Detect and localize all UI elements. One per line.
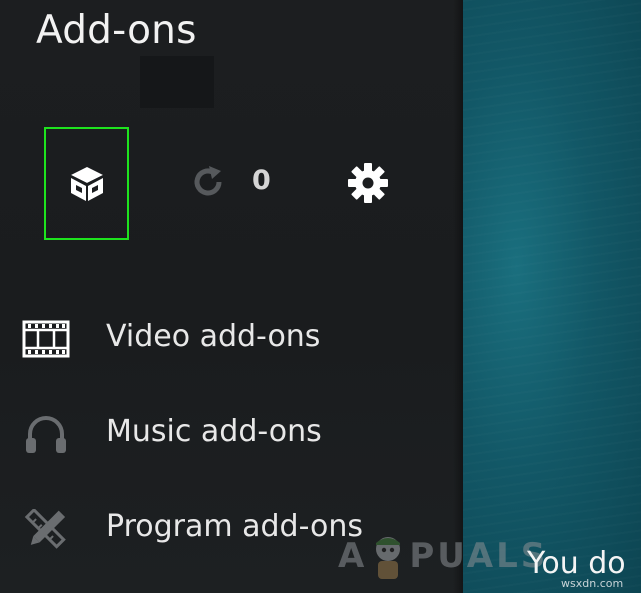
site-watermark: wsxdn.com — [561, 577, 624, 590]
film-strip-icon — [22, 320, 70, 358]
fanart-backdrop — [463, 0, 641, 593]
open-box-icon — [70, 166, 103, 201]
gear-icon — [348, 163, 388, 203]
page-title: Add-ons — [36, 8, 197, 53]
watermark-text-left: A — [338, 536, 368, 576]
backdrop-texture — [463, 0, 641, 593]
check-updates-button[interactable] — [186, 160, 230, 204]
headphones-icon — [26, 416, 66, 453]
watermark-logo: A PUALS — [338, 528, 548, 584]
settings-button[interactable] — [345, 160, 391, 206]
addons-sidebar: Add-ons 0 Video add-ons Music add-ons Pr… — [0, 0, 463, 593]
update-count: 0 — [252, 165, 271, 196]
menu-item-label: Video add-ons — [106, 319, 321, 354]
menu-item-label: Music add-ons — [106, 414, 322, 449]
refresh-icon — [194, 166, 222, 196]
menu-item-label: Program add-ons — [106, 509, 363, 544]
menu-item-video-addons[interactable]: Video add-ons — [0, 303, 463, 373]
mascot-icon — [376, 537, 401, 579]
backdrop-caption: You do — [527, 546, 626, 581]
pencil-ruler-icon — [24, 509, 66, 549]
dim-overlay-block — [140, 56, 214, 108]
install-addon-button[interactable] — [44, 127, 129, 240]
menu-item-music-addons[interactable]: Music add-ons — [0, 398, 463, 468]
kodi-addons-screen: Add-ons 0 Video add-ons Music add-ons Pr… — [0, 0, 641, 593]
